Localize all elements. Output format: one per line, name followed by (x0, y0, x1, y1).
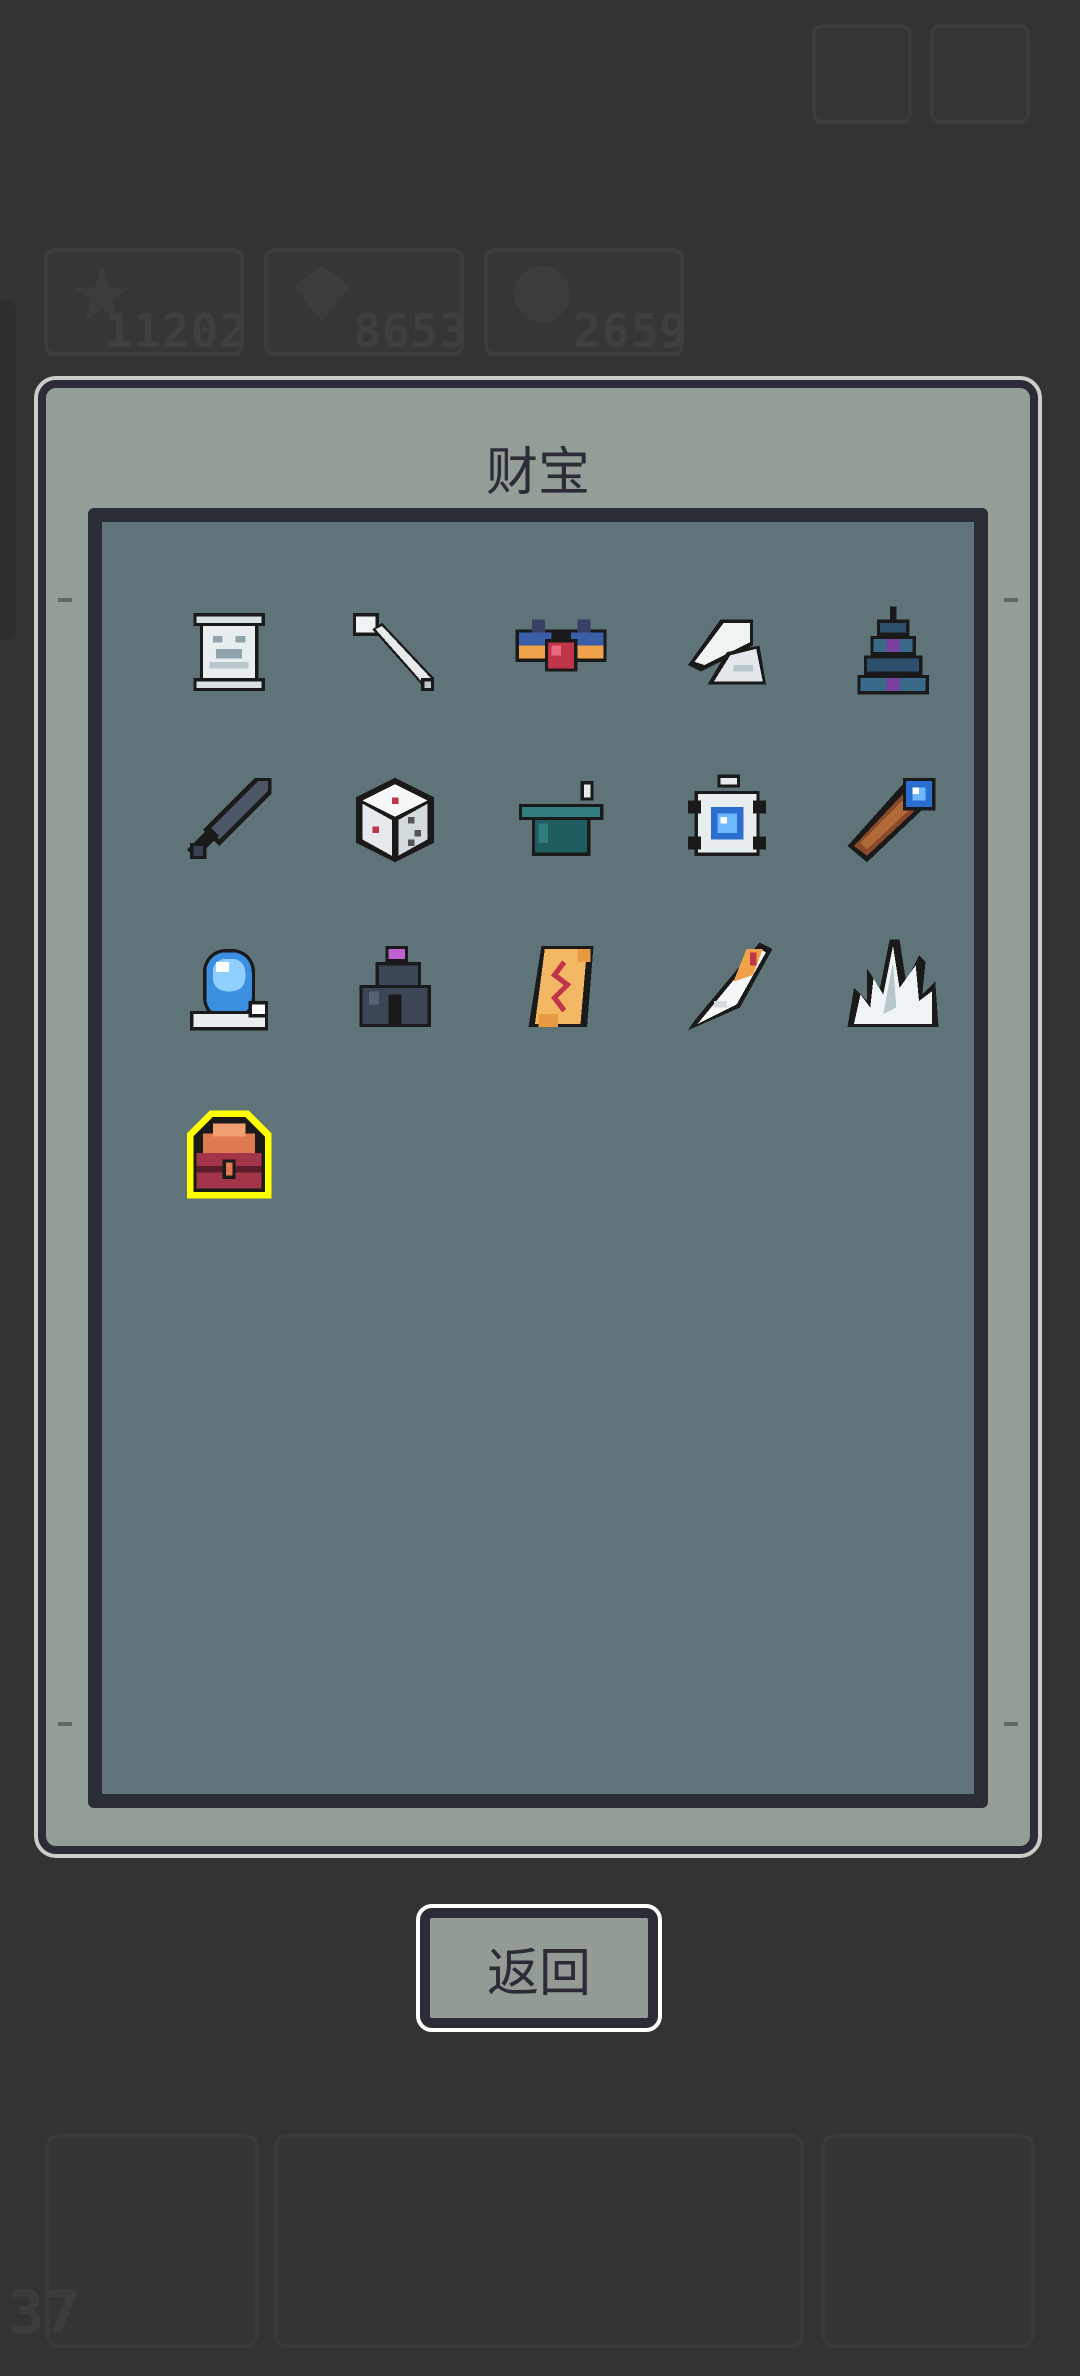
bottom-slot-right (822, 2134, 1034, 2348)
telescope-icon (847, 777, 936, 863)
back-button[interactable]: 返回 (416, 1904, 662, 2032)
treasure-item[interactable] (146, 928, 312, 1096)
cauldron-pot-icon (518, 781, 604, 856)
stat-star: 11202 (44, 248, 247, 358)
treasure-item[interactable] (810, 928, 976, 1096)
stat-coin: 2659 (484, 248, 687, 358)
right-rail (1004, 598, 1018, 1726)
gem-icon (294, 266, 350, 322)
side-tab (0, 300, 16, 640)
bone-key-icon (352, 613, 434, 691)
treasure-item[interactable] (312, 928, 478, 1096)
treasure-item[interactable] (478, 928, 644, 1096)
level-number: 37 (8, 2278, 81, 2348)
bottom-slot-center (274, 2134, 804, 2348)
left-rail (58, 598, 72, 1726)
settings-button (930, 24, 1030, 124)
dark-idol-icon (359, 945, 431, 1027)
treasure-item[interactable] (644, 928, 810, 1096)
stat-star-value: 11202 (104, 304, 248, 358)
treasure-grid (146, 592, 976, 1264)
ancient-scroll-icon (528, 945, 594, 1027)
treasure-item[interactable] (478, 760, 644, 928)
stat-gem: 8653 (264, 248, 467, 358)
treasure-item[interactable] (146, 760, 312, 928)
angel-wings-icon (688, 619, 766, 685)
winged-amulet-icon (515, 619, 607, 672)
treasure-item[interactable] (478, 592, 644, 760)
treasure-item[interactable] (146, 592, 312, 760)
treasure-item[interactable] (644, 760, 810, 928)
treasure-item-selected[interactable] (146, 1096, 312, 1264)
coin-icon (514, 266, 570, 322)
treasure-item[interactable] (810, 760, 976, 928)
treasure-item[interactable] (644, 592, 810, 760)
blue-gem-relic-icon (688, 774, 766, 856)
stat-gem-value: 8653 (353, 304, 468, 358)
treasure-item[interactable] (312, 760, 478, 928)
dark-sword-icon (186, 777, 272, 859)
stat-coin-value: 2659 (573, 304, 688, 358)
ice-crystal-icon (847, 939, 939, 1027)
treasure-item[interactable] (312, 592, 478, 760)
scroll-map-icon (193, 613, 265, 691)
feather-quill-icon (688, 942, 773, 1031)
pagoda-tower-icon (857, 606, 929, 695)
menu-button (812, 24, 912, 124)
crystal-ball-icon (190, 949, 268, 1031)
dice-icon (356, 777, 434, 863)
treasure-item[interactable] (810, 592, 976, 760)
dialog-title: 财宝 (485, 443, 590, 503)
treasure-chest-icon (186, 1110, 272, 1199)
treasure-grid-panel (88, 508, 988, 1808)
treasure-dialog: 财宝 (34, 376, 1042, 1858)
